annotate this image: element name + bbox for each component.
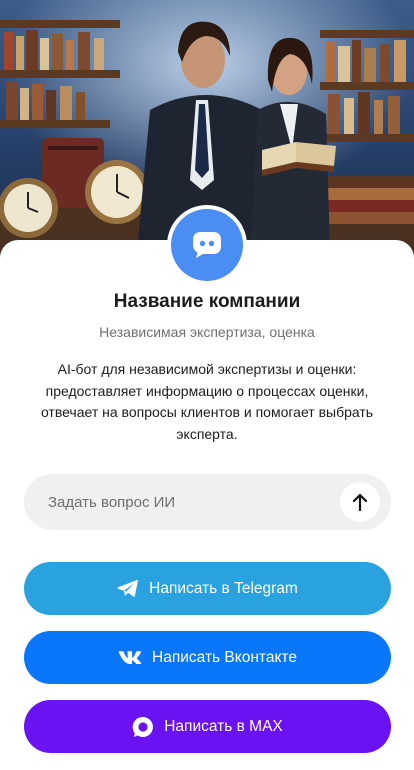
ask-ai-input[interactable] <box>24 474 340 530</box>
vk-button[interactable]: Написать Вконтакте <box>24 631 391 684</box>
chat-bubble-icon <box>193 232 221 258</box>
telegram-button[interactable]: Написать в Telegram <box>24 562 391 615</box>
company-name: Название компании <box>113 291 301 312</box>
company-category: Независимая экспертиза, оценка <box>99 324 315 340</box>
company-description: AI-бот для независимой экспертизы и оцен… <box>40 361 374 442</box>
ask-ai-box <box>24 474 391 530</box>
max-button-label: Написать в MAX <box>164 717 283 735</box>
company-avatar <box>167 205 247 285</box>
avatar-circle <box>171 209 243 281</box>
telegram-icon <box>117 579 139 598</box>
arrow-up-icon <box>352 493 368 511</box>
vk-icon <box>118 650 142 665</box>
max-icon <box>132 716 154 738</box>
vk-button-label: Написать Вконтакте <box>152 648 297 666</box>
telegram-button-label: Написать в Telegram <box>149 579 298 597</box>
max-button[interactable]: Написать в MAX <box>24 700 391 753</box>
send-button[interactable] <box>340 482 380 522</box>
